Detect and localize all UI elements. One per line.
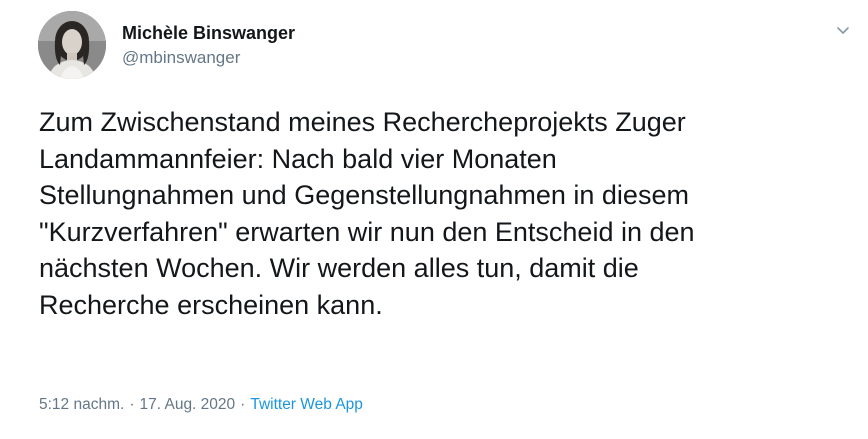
- tweet-date[interactable]: 17. Aug. 2020: [139, 396, 235, 413]
- tweet-text-line: nächsten Wochen. Wir werden alles tun, d…: [39, 253, 639, 283]
- tweet-text-line: Stellungnahmen und Gegenstellungnahmen i…: [39, 180, 689, 210]
- tweet-source-link[interactable]: Twitter Web App: [250, 396, 363, 413]
- author-handle[interactable]: @mbinswanger: [122, 47, 295, 69]
- tweet-card: Michèle Binswanger @mbinswanger Zum Zwis…: [0, 0, 868, 439]
- tweet-timestamp[interactable]: 5:12 nachm.: [39, 396, 124, 413]
- chevron-down-icon[interactable]: [836, 26, 850, 36]
- tweet-meta: 5:12 nachm. · 17. Aug. 2020 · Twitter Web Ap…: [39, 395, 363, 415]
- tweet-text-line: Zum Zwischenstand meines Rechercheprojek…: [39, 107, 686, 137]
- meta-separator: ·: [240, 396, 246, 413]
- author-display-name[interactable]: Michèle Binswanger: [122, 22, 295, 44]
- author-info: Michèle Binswanger @mbinswanger: [122, 22, 295, 69]
- tweet-text-line: "Kurzverfahren" erwarten wir nun den Ent…: [39, 216, 695, 247]
- author-avatar[interactable]: [38, 11, 106, 79]
- tweet-text-line: Recherche erscheinen kann.: [39, 289, 383, 320]
- tweet-text: Zum Zwischenstand meines Rechercheprojek…: [39, 104, 854, 323]
- profile-photo-icon: [38, 11, 106, 79]
- tweet-text-line: Landammannfeier: Nach bald vier Monaten: [39, 143, 557, 174]
- meta-separator: ·: [129, 396, 135, 413]
